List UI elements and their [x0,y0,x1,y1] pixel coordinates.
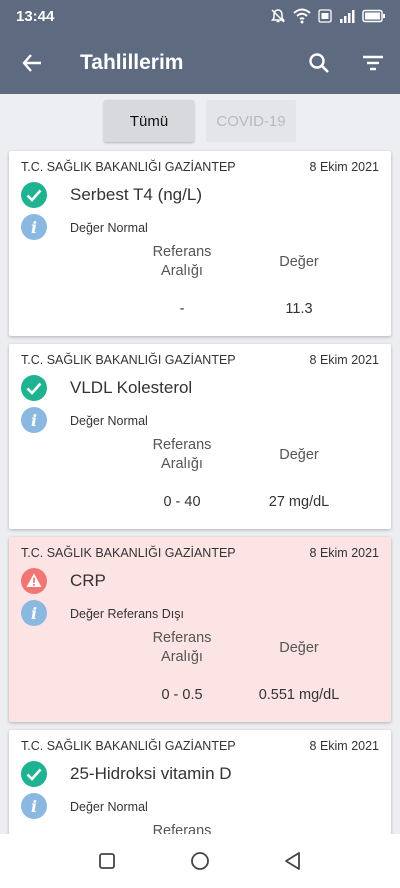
reference-range-value: 0 - 0.5 [161,687,203,703]
reference-range-header: Referans Aralığı [152,630,212,665]
result-status: Değer Normal [70,414,148,428]
warning-icon [21,568,47,594]
volte-icon [318,9,332,23]
reference-range-value: 0 - 40 [163,494,201,510]
filter-icon [363,55,383,71]
test-date: 8 Ekim 2021 [309,739,379,753]
test-name: CRP [70,571,106,590]
triangle-back-icon [285,852,301,870]
info-icon[interactable]: i [21,600,47,626]
circle-icon [191,852,209,870]
result-status: Değer Normal [70,800,148,814]
test-date: 8 Ekim 2021 [309,160,379,174]
hospital-name: T.C. SAĞLIK BAKANLIĞI GAZİANTEP [21,160,236,174]
test-name: 25-Hidroksi vitamin D [70,764,232,783]
info-icon[interactable]: i [21,407,47,433]
system-nav-bar [0,834,400,888]
mute-bell-icon [271,9,285,23]
reference-range-header: Referans Aralığı [152,244,212,279]
status-icons [270,8,386,24]
info-icon[interactable]: i [21,793,47,819]
value-header: Değer [279,640,319,656]
hospital-name: T.C. SAĞLIK BAKANLIĞI GAZİANTEP [21,353,236,367]
tab-covid-19[interactable]: COVID-19 [206,100,296,142]
test-result-card[interactable]: T.C. SAĞLIK BAKANLIĞI GAZİANTEP 8 Ekim 2… [9,151,391,336]
signal-icon [340,10,355,23]
result-status: Değer Normal [70,221,148,235]
svg-text:i: i [31,218,37,237]
check-circle-icon [21,375,47,401]
measured-value: 0.551 mg/dL [258,687,340,703]
reference-range-value: - [179,301,185,317]
tab-all[interactable]: Tümü [104,100,194,142]
svg-text:i: i [31,411,37,430]
info-icon[interactable]: i [21,214,47,240]
hospital-name: T.C. SAĞLIK BAKANLIĞI GAZİANTEP [21,739,236,753]
wifi-icon [293,8,311,24]
test-date: 8 Ekim 2021 [309,546,379,560]
results-list[interactable]: Tümü COVID-19 T.C. SAĞLIK BAKANLIĞI GAZİ… [0,94,400,834]
arrow-left-icon [22,54,41,72]
svg-text:i: i [31,604,37,623]
hospital-name: T.C. SAĞLIK BAKANLIĞI GAZİANTEP [21,546,236,560]
test-date: 8 Ekim 2021 [309,353,379,367]
search-icon [309,53,329,73]
svg-text:i: i [31,797,37,816]
back-button[interactable] [0,32,64,94]
status-bar: 13:44 [0,0,400,32]
test-name: Serbest T4 (ng/L) [70,185,202,204]
recents-button[interactable] [87,841,127,881]
battery-icon [362,9,385,23]
test-result-card[interactable]: T.C. SAĞLIK BAKANLIĞI GAZİANTEP 8 Ekim 2… [9,730,391,834]
value-header: Değer [279,447,319,463]
value-header: Değer [279,254,319,270]
test-result-card-alert[interactable]: T.C. SAĞLIK BAKANLIĞI GAZİANTEP 8 Ekim 2… [9,537,391,722]
reference-range-header: Referans Aralığı [152,823,212,834]
back-nav-button[interactable] [273,841,313,881]
measured-value: 27 mg/dL [268,494,330,510]
page-title: Tahlillerim [80,51,184,74]
reference-range-header: Referans Aralığı [152,437,212,472]
test-result-card[interactable]: T.C. SAĞLIK BAKANLIĞI GAZİANTEP 8 Ekim 2… [9,344,391,529]
search-button[interactable] [292,32,346,94]
app-bar: Tahlillerim [0,32,400,94]
check-circle-icon [21,761,47,787]
measured-value: 11.3 [285,301,313,317]
home-button[interactable] [180,841,220,881]
square-icon [98,853,115,869]
status-time: 13:44 [16,7,55,25]
test-name: VLDL Kolesterol [70,378,193,397]
result-status: Değer Referans Dışı [70,607,184,621]
filter-button[interactable] [346,32,400,94]
tab-bar: Tümü COVID-19 [0,100,400,142]
check-circle-icon [21,182,47,208]
